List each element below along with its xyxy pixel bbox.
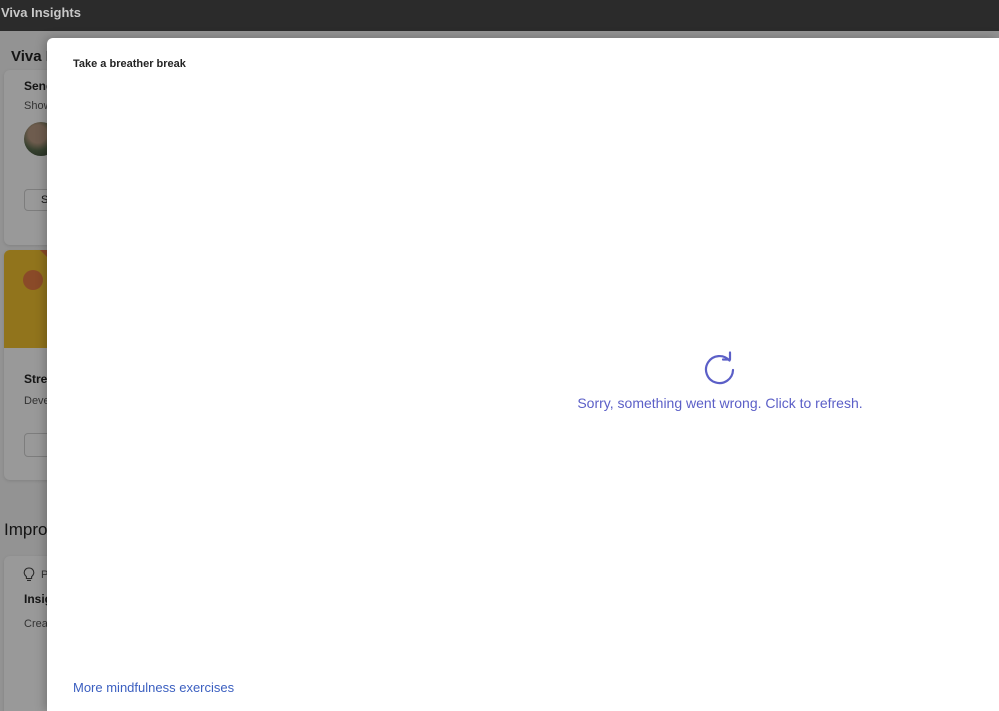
breather-dialog: Take a breather break Sorry, something w… (47, 38, 999, 711)
more-mindfulness-link[interactable]: More mindfulness exercises (73, 680, 234, 695)
error-message: Sorry, something went wrong. Click to re… (577, 395, 863, 411)
refresh-icon (704, 351, 735, 385)
refresh-error-button[interactable]: Sorry, something went wrong. Click to re… (547, 351, 893, 411)
dialog-title: Take a breather break (73, 58, 186, 70)
window-titlebar: Viva Insights (0, 0, 999, 31)
window-title: Viva Insights (1, 5, 81, 20)
